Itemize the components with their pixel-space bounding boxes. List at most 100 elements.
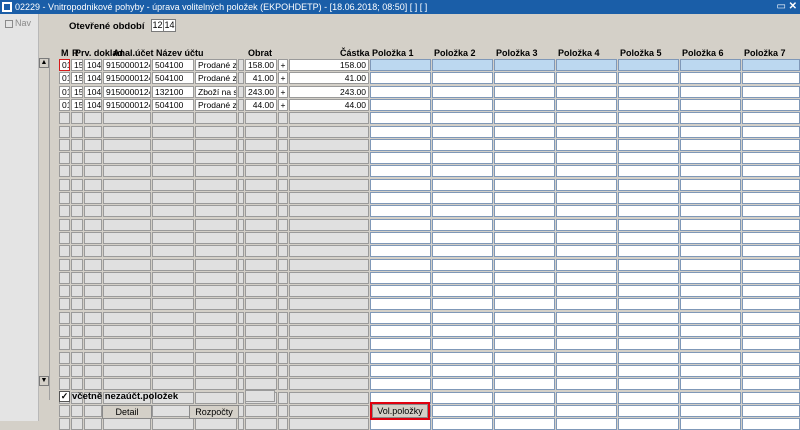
cell-c[interactable] <box>84 179 102 191</box>
cell-m[interactable] <box>59 352 70 364</box>
cell-p3[interactable] <box>494 312 555 324</box>
cell-castka[interactable] <box>289 152 369 164</box>
cell-r[interactable] <box>71 285 83 297</box>
cell-p3[interactable] <box>494 338 555 350</box>
cell-p3[interactable] <box>494 72 555 84</box>
cell-p7[interactable] <box>742 418 800 430</box>
cell-m[interactable] <box>59 298 70 310</box>
cell-p2[interactable] <box>432 99 493 111</box>
cell-p7[interactable] <box>742 112 800 124</box>
cell-sign[interactable] <box>278 112 288 124</box>
cell-p2[interactable] <box>432 378 493 390</box>
period-to-field[interactable]: 14 <box>163 19 176 32</box>
cell-p4[interactable] <box>556 418 617 430</box>
cell-nazev[interactable] <box>195 272 237 284</box>
cell-castka[interactable] <box>289 112 369 124</box>
cell-sign[interactable] <box>278 325 288 337</box>
cell-p5[interactable] <box>618 165 679 177</box>
cell-sign[interactable]: + <box>278 59 288 71</box>
cell-p6[interactable] <box>680 165 741 177</box>
cell-p4[interactable] <box>556 338 617 350</box>
cell-p6[interactable] <box>680 325 741 337</box>
cell-m[interactable] <box>59 285 70 297</box>
cell-p2[interactable] <box>432 192 493 204</box>
cell-p6[interactable] <box>680 259 741 271</box>
cell-m[interactable] <box>59 325 70 337</box>
cell-p4[interactable] <box>556 405 617 417</box>
cell-p7[interactable] <box>742 59 800 71</box>
cell-gap[interactable] <box>238 298 244 310</box>
cell-ucet[interactable] <box>152 259 194 271</box>
cell-p2[interactable] <box>432 86 493 98</box>
cell-ucet[interactable] <box>152 418 194 430</box>
cell-p5[interactable] <box>618 245 679 257</box>
cell-nazev[interactable] <box>195 312 237 324</box>
cell-gap[interactable] <box>238 272 244 284</box>
cell-p1[interactable] <box>370 59 431 71</box>
cell-ucet[interactable] <box>152 352 194 364</box>
cell-r[interactable] <box>71 192 83 204</box>
cell-doklad[interactable]: 9150000124 <box>103 99 151 111</box>
cell-c[interactable] <box>84 152 102 164</box>
cell-obrat[interactable] <box>245 352 277 364</box>
cell-sign[interactable] <box>278 298 288 310</box>
cell-r[interactable] <box>71 378 83 390</box>
cell-c[interactable]: 104 <box>84 72 102 84</box>
cell-nazev[interactable] <box>195 126 237 138</box>
cell-obrat[interactable] <box>245 112 277 124</box>
cell-ucet[interactable] <box>152 272 194 284</box>
cell-p2[interactable] <box>432 126 493 138</box>
cell-p1[interactable] <box>370 312 431 324</box>
cell-p5[interactable] <box>618 352 679 364</box>
cell-p4[interactable] <box>556 285 617 297</box>
cell-p7[interactable] <box>742 272 800 284</box>
cell-r[interactable] <box>71 126 83 138</box>
cell-obrat[interactable]: 158.00 <box>245 59 277 71</box>
cell-p5[interactable] <box>618 259 679 271</box>
cell-r[interactable]: 15 <box>71 86 83 98</box>
cell-obrat[interactable] <box>245 126 277 138</box>
cell-m[interactable] <box>59 205 70 217</box>
cell-p4[interactable] <box>556 72 617 84</box>
cell-ucet[interactable]: 504100 <box>152 59 194 71</box>
cell-p3[interactable] <box>494 59 555 71</box>
cell-p2[interactable] <box>432 405 493 417</box>
cell-p5[interactable] <box>618 418 679 430</box>
cell-nazev[interactable] <box>195 365 237 377</box>
cell-m[interactable] <box>59 272 70 284</box>
cell-gap[interactable] <box>238 259 244 271</box>
cell-p4[interactable] <box>556 312 617 324</box>
cell-obrat[interactable]: 243.00 <box>245 86 277 98</box>
cell-p6[interactable] <box>680 352 741 364</box>
cell-p1[interactable] <box>370 325 431 337</box>
cell-m[interactable] <box>59 139 70 151</box>
cell-nazev[interactable] <box>195 232 237 244</box>
cell-m[interactable] <box>59 259 70 271</box>
cell-doklad[interactable] <box>103 232 151 244</box>
cell-p7[interactable] <box>742 72 800 84</box>
cell-m[interactable] <box>59 312 70 324</box>
cell-p4[interactable] <box>556 152 617 164</box>
cell-p3[interactable] <box>494 245 555 257</box>
cell-sign[interactable]: + <box>278 99 288 111</box>
cell-sign[interactable] <box>278 352 288 364</box>
cell-p1[interactable] <box>370 338 431 350</box>
cell-p2[interactable] <box>432 139 493 151</box>
cell-sign[interactable] <box>278 312 288 324</box>
cell-p6[interactable] <box>680 59 741 71</box>
cell-p4[interactable] <box>556 272 617 284</box>
cell-nazev[interactable] <box>195 245 237 257</box>
cell-r[interactable] <box>71 259 83 271</box>
cell-castka[interactable] <box>289 232 369 244</box>
cell-obrat[interactable] <box>245 179 277 191</box>
cell-doklad[interactable] <box>103 152 151 164</box>
cell-r[interactable] <box>71 112 83 124</box>
cell-castka[interactable] <box>289 245 369 257</box>
cell-p7[interactable] <box>742 285 800 297</box>
cell-doklad[interactable] <box>103 219 151 231</box>
cell-p1[interactable] <box>370 205 431 217</box>
cell-castka[interactable] <box>289 352 369 364</box>
cell-ucet[interactable] <box>152 232 194 244</box>
cell-p4[interactable] <box>556 86 617 98</box>
cell-p7[interactable] <box>742 259 800 271</box>
